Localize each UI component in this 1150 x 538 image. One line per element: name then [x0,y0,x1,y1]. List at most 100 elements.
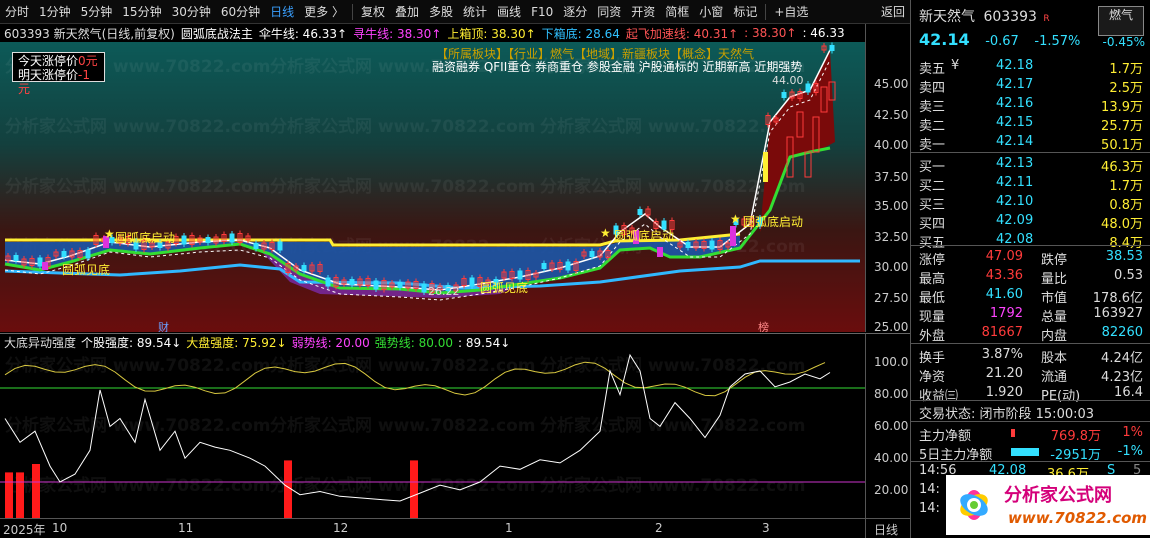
toolbar-button[interactable]: 复权 [356,0,390,24]
candle-body [301,265,307,271]
trade-status-text: 交易状态: 闭市阶段 15:00:03 [919,407,1095,422]
stat-row: 净资 21.20 流通 4.23亿 [911,365,1150,385]
toolbar-button[interactable]: 30分钟 [167,0,216,24]
osc-tick: 60.00 [874,419,909,433]
watermark-text: 分析家公式网 www.70822.com [270,355,535,376]
date-tick: 2 [655,521,663,535]
toolbar-button[interactable]: F10 [526,0,558,24]
fly-value: 起飞加速线: 40.31↑ [625,26,739,41]
price-tick: 42.50 [874,108,909,122]
toolbar-button[interactable]: 同资 [592,0,626,24]
price-chart[interactable]: 分析家公式网 www.70822.com 分析家公式网 www.70822.com… [0,42,865,332]
ask-row[interactable]: 卖三 42.16 13.9万 [911,95,1150,115]
ask-volume: 2.5万 [1109,81,1143,96]
candle-body [253,243,259,249]
bid-price: 42.13 [996,156,1034,171]
divider [911,400,1150,401]
stat-value: 43.36 [985,268,1023,283]
watermark-text: 分析家公式网 www.70822.com [5,415,270,436]
bid-row[interactable]: 买一 42.13 46.3万 [911,155,1150,175]
stat-row: 现量 1792 总量 163927 [911,305,1150,325]
toolbar-button[interactable]: 日线 [265,0,299,24]
candle-body [61,251,67,257]
toolbar-button[interactable]: 小窗 [694,0,728,24]
signal-bar [763,152,768,182]
price-tick: 32.50 [874,230,909,244]
osc-stock-strength: 个股强度: 89.54↓ [81,336,182,350]
price-change: -0.67 [985,34,1019,49]
stock-label: 603393 新天然气(日线,前复权) [4,26,175,41]
bid-row[interactable]: 买三 42.10 0.8万 [911,193,1150,213]
watermark-text: 分析家公式网 www.70822.com [5,475,270,496]
price-tick: 40.00 [874,138,909,152]
ask-row[interactable]: 卖四 42.17 2.5万 [911,76,1150,96]
box-top-value: 上箱顶: 38.30↑ [447,26,536,41]
stat-label: 总量 [1041,310,1068,325]
annotation-high: 44.00 [772,74,804,87]
toolbar-button[interactable]: 画线 [492,0,526,24]
toolbar-button[interactable]: 简框 [660,0,694,24]
ask-row[interactable]: 卖一 42.14 50.1万 [911,133,1150,153]
indicator-name[interactable]: 圆弧底战法主 [181,25,253,42]
toolbar-button[interactable]: 统计 [458,0,492,24]
watermark-text: 分析家公式网 www.70822.com [5,116,270,137]
ask-row[interactable]: 卖二 42.15 25.7万 [911,114,1150,134]
toolbar-button[interactable]: +自选 [769,0,813,24]
watermark-text: 分析家公式网 www.70822.com [540,355,805,376]
toolbar-button[interactable]: 多股 [424,0,458,24]
stat-value: 21.20 [985,366,1023,381]
flow-bar [1011,429,1015,437]
candle-body [229,233,235,243]
stat-label: 换手 [919,351,946,366]
flow-label: 主力净额 [919,429,972,444]
osc-bar [5,472,13,518]
stat-label: 跌停 [1041,253,1068,268]
toolbar-button[interactable]: 逐分 [558,0,592,24]
ask-volume: 13.9万 [1101,100,1143,115]
limit-today-val: 0 [78,54,86,68]
candle-body [709,240,715,250]
toolbar-button[interactable]: 更多 〉 [299,0,349,24]
event-bang[interactable]: 榜 [758,320,769,332]
toolbar-button[interactable]: 开资 [626,0,660,24]
period-label[interactable]: 日线 [865,518,910,538]
stat-row: 涨停 47.09 跌停 38.53 [911,248,1150,268]
xun-value: 寻牛线: 38.30↑ [353,26,442,41]
price-tick: 30.00 [874,260,909,274]
annotation-see-2: 圆弧见底 [480,280,528,295]
limit-tomorrow-val: -1 [78,68,90,82]
bid-row[interactable]: 买四 42.09 48.0万 [911,212,1150,232]
toolbar-button[interactable]: 60分钟 [216,0,265,24]
watermark-text: 分析家公式网 www.70822.com [540,475,805,496]
toolbar-button[interactable]: 1分钟 [34,0,76,24]
flow-row: 5日主力净额 -2951万 -1% [911,443,1150,463]
box-bottom-value: 下箱底: 28.64 [541,26,620,41]
v2-value: : 46.33 [802,26,845,40]
ask-volume: 50.1万 [1101,138,1143,153]
ask-row[interactable]: 卖五 ¥42.18 1.7万 [911,57,1150,77]
date-tick: 2025年 [3,523,46,537]
rz-badge: R [1043,14,1050,24]
signal-bar [730,226,736,246]
toolbar-button[interactable]: 5分钟 [76,0,118,24]
date-tick: 3 [762,521,770,535]
bid-row[interactable]: 买二 42.11 1.7万 [911,174,1150,194]
toolbar-button[interactable]: 返回 [876,0,910,24]
indicator-legend: 603393 新天然气(日线,前复权) 圆弧底战法主 伞牛线: 46.33↑ 寻… [0,24,865,42]
quote-panel: 新天然气 603393 R 燃气 42.14 -0.67 -1.57% -0.4… [910,0,1150,538]
toolbar-button[interactable]: 叠加 [390,0,424,24]
stat-value: 1.920 [985,385,1023,400]
flow-row: 主力净额 769.8万 1% [911,424,1150,444]
stat-value: 82260 [1101,325,1143,340]
toolbar-button[interactable]: 标记 [728,0,762,24]
oscillator-chart[interactable]: 分析家公式网 www.70822.com 分析家公式网 www.70822.com… [0,351,865,518]
osc-name[interactable]: 大底异动强度 [4,334,76,351]
toolbar-button[interactable]: 分时 [0,0,34,24]
stat-value: 4.24亿 [1101,351,1143,366]
event-cai[interactable]: 财 [158,320,169,332]
toolbar-button[interactable]: 15分钟 [117,0,166,24]
ask-currency: ¥ [951,58,960,73]
bid-volume: 48.0万 [1101,217,1143,232]
star-icon: ★ [600,226,611,240]
candle-body [277,241,283,251]
